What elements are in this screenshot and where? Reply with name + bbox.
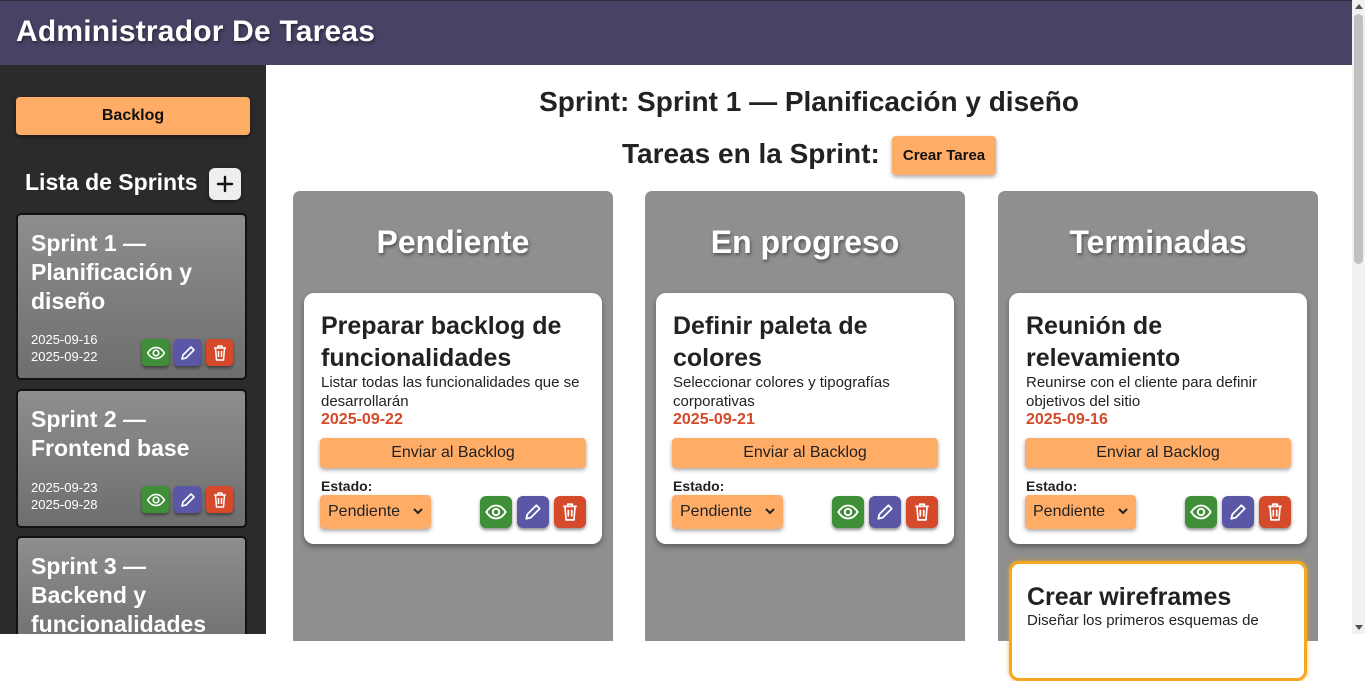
eye-icon (837, 504, 859, 520)
task-card: Preparar backlog de funcionalidades List… (304, 293, 602, 544)
eye-icon (146, 493, 165, 506)
app-title: Administrador De Tareas (16, 15, 376, 48)
column-terminadas: Terminadas Reunión de relevamiento Reuni… (998, 191, 1318, 681)
add-sprint-button[interactable] (209, 168, 241, 200)
send-to-backlog-button[interactable]: Enviar al Backlog (320, 438, 586, 468)
tasks-label: Tareas en la Sprint: (622, 138, 880, 169)
scroll-up-arrow[interactable] (1355, 4, 1363, 9)
task-card: Definir paleta de colores Seleccionar co… (656, 293, 954, 544)
sidebar: Backlog Lista de Sprints Sprint 1 — Plan… (0, 65, 266, 634)
column-pendiente: Pendiente Preparar backlog de funcionali… (293, 191, 613, 641)
column-en-progreso: En progreso Definir paleta de colores Se… (645, 191, 965, 641)
edit-sprint-button[interactable] (174, 486, 201, 513)
edit-task-button[interactable] (869, 496, 901, 528)
pencil-icon (180, 492, 195, 507)
sprint-name: Sprint 3 — Backend y funcionalidades (31, 553, 207, 634)
column-title: En progreso (710, 224, 900, 260)
pencil-icon (180, 345, 195, 360)
scroll-thumb[interactable] (1354, 14, 1363, 264)
task-date: 2025-09-16 (1026, 411, 1108, 428)
column-title: Terminadas (1069, 224, 1247, 260)
task-card: Crear wireframes Diseñar los primeros es… (1009, 561, 1307, 681)
delete-task-button[interactable] (554, 496, 586, 528)
estado-label: Estado: (321, 478, 373, 494)
sprint-start-date: 2025-09-16 (31, 332, 98, 347)
create-task-button[interactable]: Crear Tarea (892, 136, 996, 175)
task-description: Reunirse con el cliente para definir obj… (1026, 374, 1257, 410)
estado-select[interactable]: Pendiente (1025, 495, 1136, 529)
task-actions (480, 496, 586, 528)
eye-icon (485, 504, 507, 520)
task-date: 2025-09-22 (321, 411, 403, 428)
pencil-icon (1230, 504, 1246, 520)
column-title: Pendiente (376, 224, 530, 260)
task-title: Reunión de relevamiento (1026, 312, 1181, 372)
task-description: Seleccionar colores y tipografías corpor… (673, 374, 890, 410)
delete-sprint-button[interactable] (206, 339, 233, 366)
task-card: Reunión de relevamiento Reunirse con el … (1009, 293, 1307, 544)
view-task-button[interactable] (480, 496, 512, 528)
page-scrollbar[interactable] (1352, 0, 1365, 634)
estado-value: Pendiente (1033, 503, 1106, 520)
estado-select[interactable]: Pendiente (672, 495, 783, 529)
sprint-name: Sprint 1 — Planificación y diseño (31, 230, 193, 314)
view-sprint-button[interactable] (142, 486, 169, 513)
estado-select[interactable]: Pendiente (320, 495, 431, 529)
trash-icon (563, 503, 577, 521)
sprint-actions (142, 339, 233, 366)
edit-task-button[interactable] (517, 496, 549, 528)
plus-icon (216, 175, 234, 193)
sprint-end-date: 2025-09-28 (31, 497, 98, 512)
trash-icon (213, 344, 226, 361)
backlog-button[interactable]: Backlog (16, 97, 250, 135)
task-description: Listar todas las funcionalidades que se … (321, 374, 580, 410)
chevron-down-icon (1118, 508, 1128, 515)
task-title: Definir paleta de colores (673, 312, 868, 372)
delete-sprint-button[interactable] (206, 486, 233, 513)
estado-value: Pendiente (328, 503, 401, 520)
pencil-icon (525, 504, 541, 520)
trash-icon (915, 503, 929, 521)
send-to-backlog-button[interactable]: Enviar al Backlog (672, 438, 938, 468)
task-title: Preparar backlog de funcionalidades (321, 312, 562, 372)
sprint-end-date: 2025-09-22 (31, 349, 98, 364)
task-date: 2025-09-21 (673, 411, 755, 428)
chevron-down-icon (413, 508, 423, 515)
edit-task-button[interactable] (1222, 496, 1254, 528)
task-actions (1185, 496, 1291, 528)
app-header: Administrador De Tareas (0, 0, 1352, 65)
delete-task-button[interactable] (906, 496, 938, 528)
eye-icon (1190, 504, 1212, 520)
chevron-down-icon (765, 508, 775, 515)
pencil-icon (877, 504, 893, 520)
task-description: Diseñar los primeros esquemas de (1027, 612, 1259, 629)
eye-icon (146, 346, 165, 359)
trash-icon (1268, 503, 1282, 521)
task-actions (832, 496, 938, 528)
sprint-name: Sprint 2 — Frontend base (31, 406, 190, 461)
scroll-down-arrow[interactable] (1355, 625, 1363, 630)
sprint-dates: 2025-09-16 2025-09-22 (31, 331, 98, 365)
sprint-actions (142, 486, 233, 513)
sprint-title: Sprint: Sprint 1 — Planificación y diseñ… (539, 86, 1079, 117)
sprint-card[interactable]: Sprint 3 — Backend y funcionalidades (16, 536, 247, 634)
sprint-dates: 2025-09-23 2025-09-28 (31, 479, 98, 513)
sprints-heading: Lista de Sprints (25, 169, 198, 195)
send-to-backlog-button[interactable]: Enviar al Backlog (1025, 438, 1291, 468)
estado-value: Pendiente (680, 503, 753, 520)
sprint-card[interactable]: Sprint 2 — Frontend base 2025-09-23 2025… (16, 389, 247, 528)
sprint-card[interactable]: Sprint 1 — Planificación y diseño 2025-0… (16, 213, 247, 380)
view-task-button[interactable] (1185, 496, 1217, 528)
view-sprint-button[interactable] (142, 339, 169, 366)
sprint-start-date: 2025-09-23 (31, 480, 98, 495)
estado-label: Estado: (673, 478, 725, 494)
view-task-button[interactable] (832, 496, 864, 528)
estado-label: Estado: (1026, 478, 1078, 494)
trash-icon (213, 491, 226, 508)
delete-task-button[interactable] (1259, 496, 1291, 528)
task-title: Crear wireframes (1027, 583, 1232, 611)
edit-sprint-button[interactable] (174, 339, 201, 366)
